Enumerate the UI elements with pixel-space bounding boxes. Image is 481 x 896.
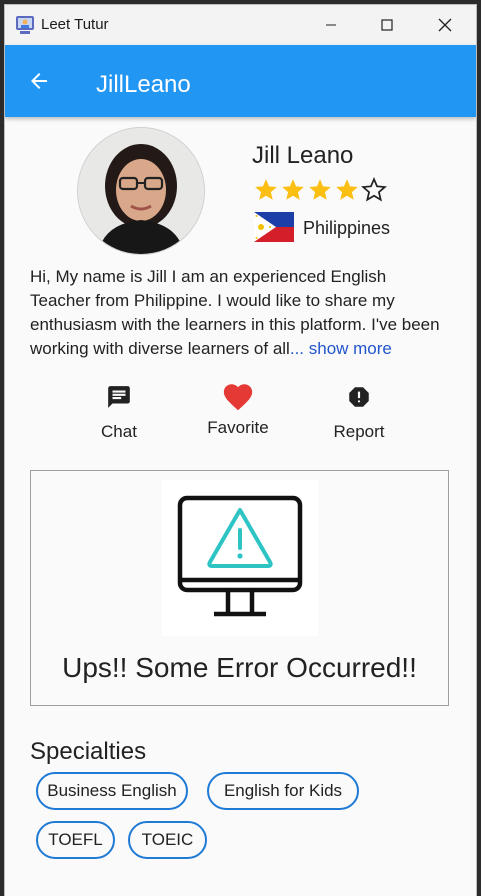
window-title: Leet Tutur <box>41 16 109 33</box>
monitor-warning-icon <box>162 480 318 636</box>
report-button[interactable]: Report <box>314 384 404 442</box>
specialty-chip[interactable]: English for Kids <box>207 772 359 810</box>
close-button[interactable] <box>417 5 473 45</box>
chat-icon <box>108 386 130 408</box>
report-label: Report <box>333 422 385 441</box>
app-window: Leet Tutur JillLeano Jill Leano Philippi… <box>5 5 476 896</box>
report-icon <box>349 387 369 407</box>
chat-button[interactable]: Chat <box>74 384 164 442</box>
specialty-chip[interactable]: Business English <box>36 772 188 810</box>
error-message: Ups!! Some Error Occurred!! <box>62 652 417 683</box>
video-error-panel: Ups!! Some Error Occurred!! <box>30 470 449 706</box>
specialty-chip[interactable]: TOEIC <box>128 821 207 859</box>
app-icon <box>16 16 34 34</box>
star-outline-icon <box>361 177 387 202</box>
star-filled-icon <box>336 179 358 200</box>
avatar <box>77 127 205 255</box>
favorite-button[interactable]: Favorite <box>193 384 283 438</box>
specialties-heading: Specialties <box>30 738 147 765</box>
tutor-name: Jill Leano <box>252 142 354 169</box>
tutor-bio: Hi, My name is Jill I am an experienced … <box>30 265 450 361</box>
star-filled-icon <box>309 179 331 200</box>
app-bar: JillLeano <box>5 45 476 117</box>
chat-label: Chat <box>101 422 137 441</box>
avatar-photo <box>78 128 204 254</box>
title-bar: Leet Tutur <box>5 5 476 45</box>
show-more-link[interactable]: ... show more <box>290 339 392 358</box>
favorite-label: Favorite <box>207 418 269 437</box>
specialty-chip[interactable]: TOEFL <box>36 821 115 859</box>
page-title: JillLeano <box>96 71 191 98</box>
star-filled-icon <box>255 179 277 200</box>
star-filled-icon <box>282 179 304 200</box>
maximize-icon <box>381 19 393 31</box>
minimize-icon <box>326 24 336 26</box>
country-name: Philippines <box>303 218 391 238</box>
heart-icon <box>223 384 253 411</box>
arrow-back-icon[interactable] <box>27 69 51 93</box>
close-icon <box>438 18 452 32</box>
maximize-button[interactable] <box>359 5 415 45</box>
rating-stars <box>253 177 387 203</box>
philippines-flag-icon <box>254 212 294 242</box>
minimize-button[interactable] <box>303 5 359 45</box>
